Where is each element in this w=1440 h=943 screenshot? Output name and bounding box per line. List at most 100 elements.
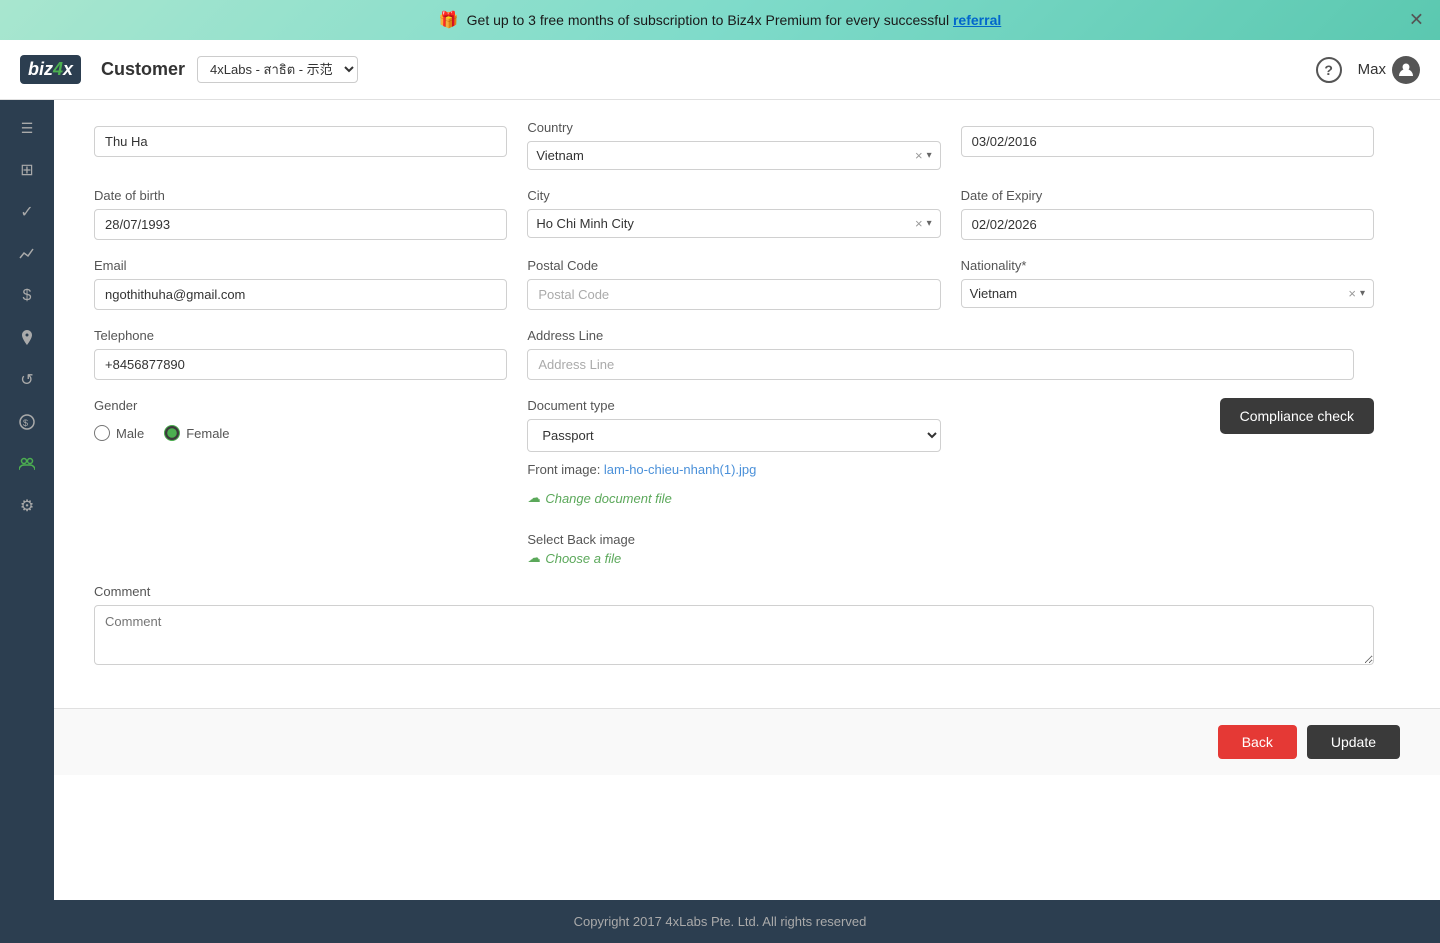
expiry-date-input[interactable]: [961, 209, 1374, 240]
compliance-col: Compliance check: [961, 398, 1374, 434]
country-group: Country Vietnam × ▾: [527, 120, 940, 170]
logo: biz4x: [20, 55, 81, 84]
front-image-link[interactable]: lam-ho-chieu-nhanh(1).jpg: [604, 462, 756, 477]
sidebar-item-customers[interactable]: [9, 446, 45, 482]
email-input[interactable]: [94, 279, 507, 310]
top-banner: 🎁 Get up to 3 free months of subscriptio…: [0, 0, 1440, 40]
layout: ☰ ⊞ ✓ $ ↺ $ ⚙ Country: [0, 100, 1440, 900]
nationality-select[interactable]: Vietnam × ▾: [961, 279, 1374, 308]
comment-section: Comment: [94, 584, 1374, 668]
sidebar: ☰ ⊞ ✓ $ ↺ $ ⚙: [0, 100, 54, 900]
choose-file-action[interactable]: ☁ Choose a file: [527, 550, 940, 566]
country-select[interactable]: Vietnam × ▾: [527, 141, 940, 170]
radio-group: Male Female: [94, 425, 507, 441]
country-arrow-icon: ▾: [927, 150, 932, 161]
radio-female[interactable]: Female: [164, 425, 229, 441]
city-group: City Ho Chi Minh City × ▾: [527, 188, 940, 240]
user-avatar: [1392, 56, 1420, 84]
country-clear-icon[interactable]: ×: [915, 148, 923, 163]
user-name: Max: [1358, 61, 1386, 78]
postal-code-group: Postal Code: [527, 258, 940, 310]
address-line-label: Address Line: [527, 328, 940, 343]
comment-input[interactable]: [94, 605, 1374, 665]
radio-female-label: Female: [186, 426, 229, 441]
dob-input[interactable]: [94, 209, 507, 240]
select-back-label: Select Back image: [527, 532, 940, 547]
change-doc-label: Change document file: [545, 491, 671, 506]
front-image-label: Front image:: [527, 462, 604, 477]
gender-group: Gender Male Female: [94, 398, 507, 441]
country-value: Vietnam: [536, 148, 915, 163]
gender-label: Gender: [94, 398, 507, 413]
org-selector[interactable]: 4xLabs - สาธิต - 示范: [197, 56, 358, 83]
referral-link[interactable]: referral: [953, 12, 1001, 28]
back-button[interactable]: Back: [1218, 725, 1297, 759]
radio-male-input[interactable]: [94, 425, 110, 441]
form-row-3: Email Postal Code Nationality* Vietnam ×…: [94, 258, 1374, 310]
sidebar-item-exchange[interactable]: ↺: [9, 362, 45, 398]
sidebar-item-transactions[interactable]: ✓: [9, 194, 45, 230]
sidebar-item-dashboard[interactable]: ⊞: [9, 152, 45, 188]
nationality-arrow-icon: ▾: [1360, 288, 1365, 299]
city-value: Ho Chi Minh City: [536, 216, 915, 231]
radio-male[interactable]: Male: [94, 425, 144, 441]
name-input[interactable]: [94, 126, 507, 157]
nationality-label: Nationality*: [961, 258, 1374, 273]
radio-male-label: Male: [116, 426, 144, 441]
menu-toggle[interactable]: ☰: [9, 110, 45, 146]
nav-label: Customer: [101, 59, 185, 80]
city-select[interactable]: Ho Chi Minh City × ▾: [527, 209, 940, 238]
nationality-value: Vietnam: [970, 286, 1349, 301]
svg-text:$: $: [23, 418, 28, 428]
form-row-2: Date of birth City Ho Chi Minh City × ▾ …: [94, 188, 1374, 240]
front-image-info: Front image: lam-ho-chieu-nhanh(1).jpg: [527, 462, 940, 477]
address-line-group: Address Line: [527, 328, 940, 380]
change-doc-file[interactable]: ☁ Change document file: [527, 490, 940, 506]
telephone-label: Telephone: [94, 328, 507, 343]
doc-type-label: Document type: [527, 398, 940, 413]
banner-text: Get up to 3 free months of subscription …: [467, 12, 1002, 28]
document-section: Document type Passport ID Card Driver's …: [527, 398, 940, 566]
choose-file-label: Choose a file: [545, 551, 621, 566]
close-banner-button[interactable]: ✕: [1409, 10, 1424, 31]
header-right: ? Max: [1316, 56, 1420, 84]
header: biz4x Customer 4xLabs - สาธิต - 示范 ? Max: [0, 40, 1440, 100]
form-row-5: Gender Male Female Documen: [94, 398, 1374, 566]
sidebar-item-currency[interactable]: $: [9, 278, 45, 314]
telephone-input[interactable]: [94, 349, 507, 380]
issue-date-group: [961, 120, 1374, 170]
upload-icon: ☁: [527, 490, 540, 506]
footer-actions: Back Update: [54, 708, 1440, 775]
nationality-clear-icon[interactable]: ×: [1348, 286, 1356, 301]
form-area: Country Vietnam × ▾ Date of birth: [54, 100, 1414, 708]
expiry-date-label: Date of Expiry: [961, 188, 1374, 203]
email-group: Email: [94, 258, 507, 310]
update-button[interactable]: Update: [1307, 725, 1400, 759]
city-arrow-icon: ▾: [927, 218, 932, 229]
sidebar-item-settings[interactable]: ⚙: [9, 488, 45, 524]
page-footer: Copyright 2017 4xLabs Pte. Ltd. All righ…: [0, 900, 1440, 943]
user-area[interactable]: Max: [1358, 56, 1420, 84]
email-label: Email: [94, 258, 507, 273]
radio-female-input[interactable]: [164, 425, 180, 441]
help-icon[interactable]: ?: [1316, 57, 1342, 83]
country-label: Country: [527, 120, 940, 135]
footer-text: Copyright 2017 4xLabs Pte. Ltd. All righ…: [574, 914, 867, 929]
postal-code-input[interactable]: [527, 279, 940, 310]
telephone-group: Telephone: [94, 328, 507, 380]
sidebar-item-location[interactable]: [9, 320, 45, 356]
sidebar-item-analytics[interactable]: [9, 236, 45, 272]
doc-type-select[interactable]: Passport ID Card Driver's License: [527, 419, 940, 452]
city-label: City: [527, 188, 940, 203]
compliance-check-button[interactable]: Compliance check: [1220, 398, 1374, 434]
sidebar-item-rates[interactable]: $: [9, 404, 45, 440]
city-clear-icon[interactable]: ×: [915, 216, 923, 231]
nationality-group: Nationality* Vietnam × ▾: [961, 258, 1374, 310]
expiry-date-group: Date of Expiry: [961, 188, 1374, 240]
upload-back-icon: ☁: [527, 550, 540, 566]
issue-date-input[interactable]: [961, 126, 1374, 157]
logo-text: biz4x: [20, 55, 81, 84]
main-content: Country Vietnam × ▾ Date of birth: [54, 100, 1440, 900]
postal-code-label: Postal Code: [527, 258, 940, 273]
back-image-section: Select Back image ☁ Choose a file: [527, 532, 940, 566]
